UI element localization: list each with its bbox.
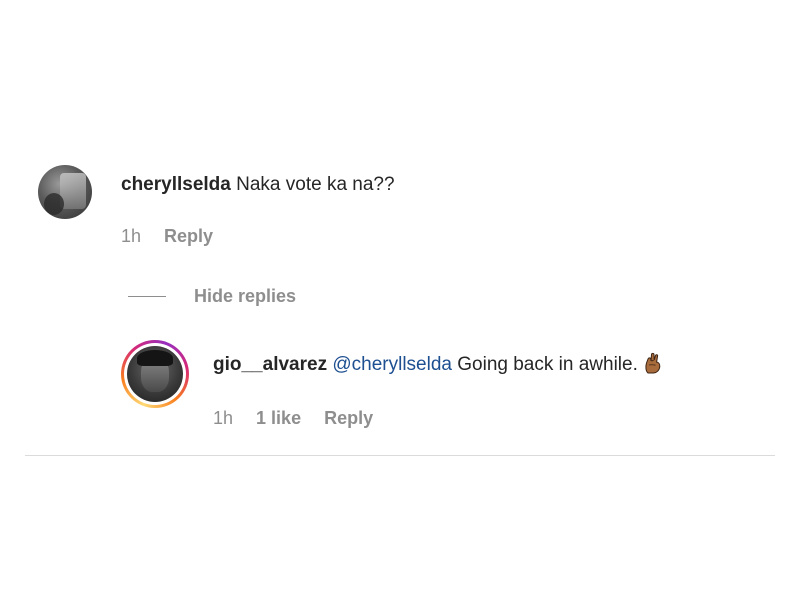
- hide-replies-button[interactable]: Hide replies: [128, 286, 296, 306]
- avatar[interactable]: [127, 346, 183, 402]
- story-ring[interactable]: [121, 340, 189, 408]
- avatar-photo-detail: [44, 193, 64, 215]
- reply-timestamp[interactable]: 1h: [213, 408, 233, 429]
- comment-item: cheryllselda Naka vote ka na??: [38, 163, 758, 223]
- comment-meta: 1h Reply: [121, 226, 231, 247]
- hide-replies-divider: [128, 295, 166, 297]
- divider: [25, 455, 775, 456]
- reply-username[interactable]: gio__alvarez: [213, 354, 327, 375]
- reply-mention-link[interactable]: @cheryllselda: [332, 354, 452, 375]
- comment-username[interactable]: cheryllselda: [121, 174, 231, 195]
- reply-item: gio__alvarez @cheryllselda Going back in…: [121, 340, 761, 410]
- reply-likes-count[interactable]: 1 like: [256, 408, 301, 429]
- hide-replies-label: Hide replies: [194, 285, 297, 306]
- avatar-photo-detail: [137, 350, 173, 366]
- comment-reply-button[interactable]: Reply: [164, 226, 213, 247]
- comment-timestamp[interactable]: 1h: [121, 226, 141, 247]
- comment-body: Naka vote ka na??: [236, 174, 395, 195]
- fingers-crossed-emoji-icon: [645, 352, 661, 374]
- reply-meta: 1h 1 like Reply: [213, 408, 391, 429]
- reply-reply-button[interactable]: Reply: [324, 408, 373, 429]
- reply-body: Going back in awhile.: [457, 354, 638, 375]
- avatar[interactable]: [38, 165, 92, 219]
- comments-panel: cheryllselda Naka vote ka na?? 1h Reply …: [0, 0, 800, 600]
- comment-text: cheryllselda Naka vote ka na??: [121, 173, 395, 197]
- reply-text: gio__alvarez @cheryllselda Going back in…: [213, 352, 662, 377]
